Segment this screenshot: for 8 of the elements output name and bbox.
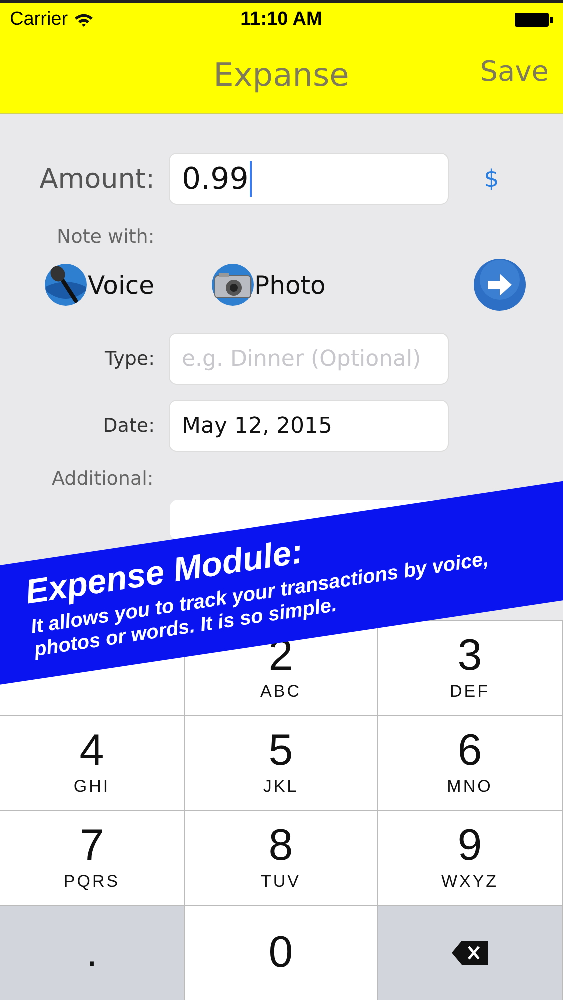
status-time: 11:10 AM [240, 9, 322, 31]
screen-title: Expanse [214, 56, 350, 94]
field-label: Date: [102, 415, 155, 437]
additional-label: Additional: [51, 468, 155, 490]
amount-label: Amount: [38, 164, 155, 194]
note-with-label: Note with: [56, 226, 156, 248]
carrier-name: Carrier [10, 9, 68, 31]
field-label: Type: [104, 348, 155, 370]
